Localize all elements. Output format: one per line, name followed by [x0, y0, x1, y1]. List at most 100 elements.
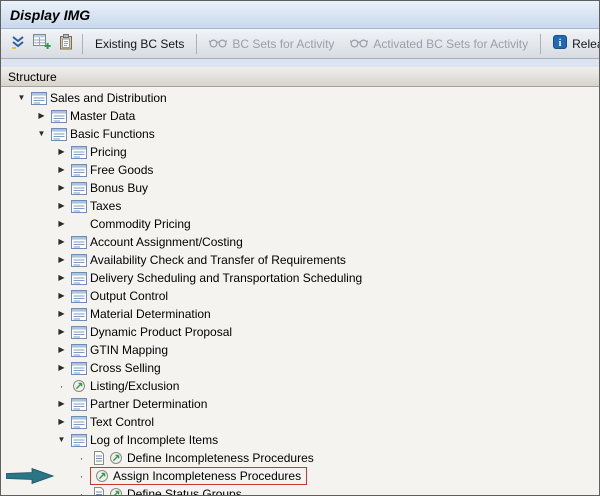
- create-bc-set-icon-button[interactable]: [30, 32, 54, 56]
- img-structure-icon: [70, 416, 87, 429]
- img-tree: ▼Sales and Distribution▶Master Data▼Basi…: [1, 87, 599, 495]
- bc-sets-for-activity-button[interactable]: BC Sets for Activity: [201, 33, 342, 55]
- img-activity-icon[interactable]: [70, 379, 87, 393]
- tree-item[interactable]: ▶ Cross Selling: [1, 359, 599, 377]
- tree-item-label[interactable]: GTIN Mapping: [87, 342, 171, 358]
- leaf-bullet: ·: [53, 377, 70, 395]
- svg-text:i: i: [559, 38, 562, 49]
- img-structure-icon: [70, 434, 87, 447]
- expand-icon[interactable]: ▶: [53, 197, 70, 215]
- expand-icon[interactable]: ▶: [53, 143, 70, 161]
- tree-item[interactable]: ▶ Taxes: [1, 197, 599, 215]
- tree-item-label[interactable]: Define Status Groups: [124, 486, 245, 495]
- expand-icon[interactable]: ▶: [53, 359, 70, 377]
- img-structure-icon: [70, 254, 87, 267]
- sort-descending-icon: [10, 34, 26, 53]
- tree-item-label[interactable]: Assign Incompleteness Procedures: [110, 468, 304, 484]
- collapse-icon[interactable]: ▼: [53, 431, 70, 449]
- tree-item-label[interactable]: Pricing: [87, 144, 130, 160]
- tree-item-label[interactable]: Listing/Exclusion: [87, 378, 182, 394]
- leaf-bullet: ·: [73, 449, 90, 467]
- expand-icon[interactable]: ▶: [33, 107, 50, 125]
- tree-item-label[interactable]: Taxes: [87, 198, 124, 214]
- expand-icon[interactable]: ▶: [53, 269, 70, 287]
- tree-item[interactable]: ·Assign Incompleteness Procedures: [1, 467, 599, 485]
- tree-item[interactable]: ▶ Availability Check and Transfer of Requ…: [1, 251, 599, 269]
- tree-item-label[interactable]: Availability Check and Transfer of Requi…: [87, 252, 349, 268]
- activated-bc-sets-for-activity-button[interactable]: Activated BC Sets for Activity: [342, 33, 536, 55]
- expand-icon[interactable]: ▶: [53, 341, 70, 359]
- release-label: Release: [572, 37, 599, 51]
- tree-item-label[interactable]: Material Determination: [87, 306, 214, 322]
- tree-item[interactable]: ▶ Commodity Pricing: [1, 215, 599, 233]
- tree-item-label[interactable]: Basic Functions: [67, 126, 158, 142]
- tree-item-label[interactable]: Account Assignment/Costing: [87, 234, 246, 250]
- copy-bc-set-icon-button[interactable]: [54, 32, 78, 56]
- expand-icon[interactable]: ▶: [53, 287, 70, 305]
- tree-item[interactable]: ▶ Master Data: [1, 107, 599, 125]
- img-activity-icon[interactable]: [107, 451, 124, 465]
- expand-icon[interactable]: ▶: [53, 215, 70, 233]
- tree-item[interactable]: ▶ GTIN Mapping: [1, 341, 599, 359]
- tree-item-label[interactable]: Log of Incomplete Items: [87, 432, 221, 448]
- tree-item[interactable]: ▶ Free Goods: [1, 161, 599, 179]
- toolbar-separator: [196, 34, 197, 54]
- tree-item-label[interactable]: Define Incompleteness Procedures: [124, 450, 317, 466]
- img-structure-icon: [70, 344, 87, 357]
- expand-icon[interactable]: ▶: [53, 395, 70, 413]
- expand-icon[interactable]: ▶: [53, 323, 70, 341]
- sap-display-img-window: Display IMG: [0, 0, 600, 496]
- application-toolbar: Existing BC Sets BC Sets for Activity: [1, 29, 599, 59]
- tree-item-label[interactable]: Partner Determination: [87, 396, 210, 412]
- expand-icon[interactable]: ▶: [53, 413, 70, 431]
- tree-item[interactable]: ▼ Log of Incomplete Items: [1, 431, 599, 449]
- existing-bc-sets-button[interactable]: Existing BC Sets: [87, 33, 192, 55]
- img-structure-icon: [70, 290, 87, 303]
- tree-item[interactable]: ▶ Text Control: [1, 413, 599, 431]
- activated-bc-sets-for-activity-label: Activated BC Sets for Activity: [373, 37, 528, 51]
- tree-item-label[interactable]: Text Control: [87, 414, 157, 430]
- tree-item[interactable]: ▶ Partner Determination: [1, 395, 599, 413]
- tree-item[interactable]: ▶ Delivery Scheduling and Transportation …: [1, 269, 599, 287]
- tree-item[interactable]: · Define Incompleteness Procedures: [1, 449, 599, 467]
- tree-item[interactable]: ▶ Pricing: [1, 143, 599, 161]
- tree-item[interactable]: ▼ Basic Functions: [1, 125, 599, 143]
- document-icon: [90, 451, 107, 465]
- tree-item[interactable]: ▶ Bonus Buy: [1, 179, 599, 197]
- tree-item-label[interactable]: Output Control: [87, 288, 171, 304]
- existing-bc-sets-label: Existing BC Sets: [95, 37, 184, 51]
- tree-item-label[interactable]: Dynamic Product Proposal: [87, 324, 235, 340]
- tree-item[interactable]: ▼ Sales and Distribution: [1, 89, 599, 107]
- tree-item-label[interactable]: Free Goods: [87, 162, 156, 178]
- img-activity-icon[interactable]: [107, 487, 124, 495]
- glasses-icon: [209, 37, 227, 51]
- tree-item[interactable]: ▶ Output Control: [1, 287, 599, 305]
- tree-item[interactable]: ·Define Status Groups: [1, 485, 599, 495]
- bc-sets-for-activity-label: BC Sets for Activity: [232, 37, 334, 51]
- collapse-icon[interactable]: ▼: [13, 89, 30, 107]
- release-notes-button[interactable]: i Release: [545, 31, 599, 56]
- tree-item-label[interactable]: Cross Selling: [87, 360, 164, 376]
- img-structure-icon: [70, 146, 87, 159]
- tree-item[interactable]: ▶ Dynamic Product Proposal: [1, 323, 599, 341]
- tree-item-label[interactable]: Master Data: [67, 108, 138, 124]
- img-structure-icon: [70, 164, 87, 177]
- expand-icon[interactable]: ▶: [53, 305, 70, 323]
- expand-icon[interactable]: ▶: [53, 161, 70, 179]
- tree-item-label[interactable]: Sales and Distribution: [47, 90, 170, 106]
- expand-icon[interactable]: ▶: [53, 251, 70, 269]
- tree-item-label[interactable]: Commodity Pricing: [87, 216, 194, 232]
- expand-icon[interactable]: ▶: [53, 233, 70, 251]
- highlight-box: Assign Incompleteness Procedures: [90, 467, 307, 485]
- tree-item[interactable]: ▶ Material Determination: [1, 305, 599, 323]
- img-activity-icon[interactable]: [93, 469, 110, 483]
- toolbar-separator: [540, 34, 541, 54]
- expand-icon[interactable]: ▶: [53, 179, 70, 197]
- tree-item-label[interactable]: Bonus Buy: [87, 180, 151, 196]
- collapse-icon[interactable]: ▼: [33, 125, 50, 143]
- tree-item[interactable]: ▶ Account Assignment/Costing: [1, 233, 599, 251]
- tree-item-label[interactable]: Delivery Scheduling and Transportation S…: [87, 270, 365, 286]
- tree-item[interactable]: · Listing/Exclusion: [1, 377, 599, 395]
- sort-descending-icon-button[interactable]: [6, 32, 30, 56]
- document-icon: [90, 487, 107, 495]
